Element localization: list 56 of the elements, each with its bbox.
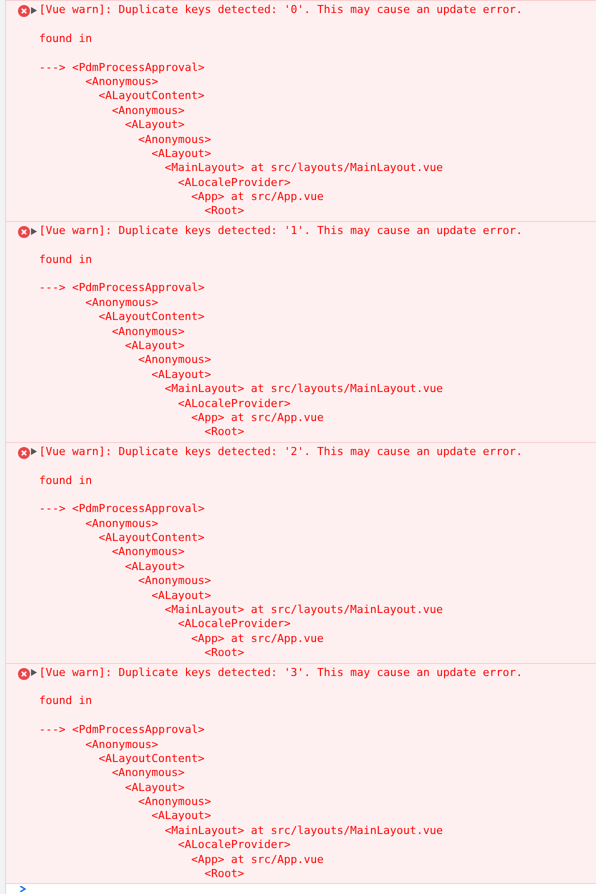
trace-line: <App> at src/App.vue <box>191 410 324 426</box>
trace-line: <Anonymous> <box>112 104 185 118</box>
trace-arrow: ---> <box>39 723 66 738</box>
trace-line: <ALayout> <box>125 118 185 133</box>
trace-line: <Root> <box>204 425 244 440</box>
message-text: [Vue warn]: Duplicate keys detected: '3'. This may cause an update error. <box>39 666 522 680</box>
trace-line: <ALocaleProvider> <box>178 176 291 190</box>
trace-line: <ALayoutContent> <box>98 89 205 104</box>
trace-line: <Anonymous> <box>112 545 185 560</box>
trace-line: <Anonymous> <box>112 766 185 781</box>
trace-line: <MainLayout> at src/layouts/MainLayout.vue <box>164 382 443 397</box>
trace-line: <ALayoutContent> <box>98 752 205 766</box>
trace-line: <ALayout> <box>152 146 212 162</box>
trace-line: <Anonymous> <box>138 132 212 147</box>
trace-line: <MainLayout> at src/layouts/MainLayout.vue <box>164 161 443 176</box>
trace-line: <ALocaleProvider> <box>178 396 291 411</box>
message-text: [Vue warn]: Duplicate keys detected: '2'. This may cause an update error. <box>39 444 522 460</box>
trace-line: <ALayout> <box>152 809 212 824</box>
trace-line: <ALayoutContent> <box>98 531 205 546</box>
found-in-text: found in <box>39 32 92 46</box>
trace-line: <PdmProcessApproval> <box>72 60 205 75</box>
trace-line: <ALayout> <box>125 780 185 796</box>
found-in-text: found in <box>39 474 92 488</box>
trace-line: <MainLayout> at src/layouts/MainLayout.vue <box>164 603 443 618</box>
trace-line: <Anonymous> <box>138 795 212 810</box>
trace-line: <App> at src/App.vue <box>191 852 324 868</box>
trace-line: <Anonymous> <box>138 353 212 368</box>
trace-line: <ALayout> <box>125 338 185 354</box>
message-text: [Vue warn]: Duplicate keys detected: '1'. This may cause an update error. <box>39 224 522 238</box>
found-in-text: found in <box>39 252 92 268</box>
trace-line: <Root> <box>204 867 244 882</box>
trace-line: <Anonymous> <box>85 74 158 90</box>
trace-line: <ALocaleProvider> <box>178 838 291 853</box>
trace-line: <Anonymous> <box>112 324 185 339</box>
trace-line: <ALayoutContent> <box>98 310 205 325</box>
trace-line: <ALocaleProvider> <box>178 617 291 632</box>
trace-line: <PdmProcessApproval> <box>72 723 205 738</box>
trace-line: <Anonymous> <box>85 738 158 752</box>
trace-line: <Root> <box>204 204 244 219</box>
trace-line: <ALayout> <box>152 368 212 382</box>
trace-line: <Root> <box>204 646 244 661</box>
trace-line: <App> at src/App.vue <box>191 190 324 204</box>
trace-line: <Anonymous> <box>85 516 158 532</box>
found-in-text: found in <box>39 694 92 709</box>
trace-arrow: ---> <box>39 281 66 296</box>
message-text: [Vue warn]: Duplicate keys detected: '0'. This may cause an update error. <box>39 3 522 18</box>
trace-line: <PdmProcessApproval> <box>72 502 205 517</box>
trace-line: <ALayout> <box>125 560 185 574</box>
trace-line: <Anonymous> <box>85 296 158 310</box>
trace-line: <Anonymous> <box>138 574 212 589</box>
trace-line: <App> at src/App.vue <box>191 632 324 646</box>
trace-line: <MainLayout> at src/layouts/MainLayout.vue <box>164 824 443 838</box>
trace-line: <PdmProcessApproval> <box>72 281 205 296</box>
trace-arrow: ---> <box>39 60 66 75</box>
trace-arrow: ---> <box>39 502 66 517</box>
trace-line: <ALayout> <box>152 588 212 604</box>
